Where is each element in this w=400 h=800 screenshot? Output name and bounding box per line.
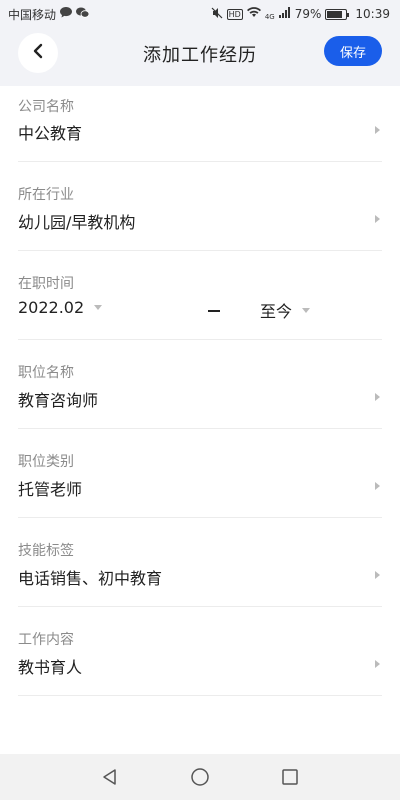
work-content-value: 教书育人 — [18, 658, 83, 677]
battery-icon — [325, 8, 350, 20]
signal-type: 4G — [264, 12, 275, 21]
chevron-left-icon — [32, 43, 44, 63]
position-type-label: 职位类别 — [18, 454, 74, 470]
work-experience-form: 公司名称 中公教育 所在行业 幼儿园/早教机构 在职时间 2022.02 至今 … — [0, 86, 400, 696]
header-area: 中国移动 HD 4G 79% 10:39 添加工作经历 保存 — [0, 0, 400, 86]
carrier-name: 中国移动 — [8, 7, 57, 22]
position-type-field[interactable]: 职位类别 托管老师 — [18, 429, 382, 518]
industry-field[interactable]: 所在行业 幼儿园/早教机构 — [18, 162, 382, 251]
message-icon — [60, 7, 73, 21]
chevron-right-icon — [375, 482, 380, 490]
wifi-icon — [246, 7, 261, 21]
skills-label: 技能标签 — [18, 543, 74, 559]
caret-down-icon — [94, 305, 103, 310]
position-type-value: 托管老师 — [18, 480, 83, 499]
mute-icon — [211, 7, 223, 22]
position-name-label: 职位名称 — [18, 365, 74, 381]
end-date-value: 至今 — [260, 302, 293, 321]
recents-square-icon[interactable] — [278, 765, 302, 789]
company-field[interactable]: 公司名称 中公教育 — [18, 86, 382, 162]
position-name-field[interactable]: 职位名称 教育咨询师 — [18, 340, 382, 429]
back-button[interactable] — [18, 33, 58, 73]
chevron-right-icon — [375, 571, 380, 579]
position-name-value: 教育咨询师 — [18, 391, 99, 410]
start-date-picker[interactable]: 2022.02 — [18, 298, 103, 317]
wechat-icon — [76, 7, 90, 21]
work-content-label: 工作内容 — [18, 632, 74, 648]
status-left: 中国移动 — [8, 6, 90, 23]
chevron-right-icon — [375, 215, 380, 223]
caret-down-icon — [302, 307, 311, 313]
home-circle-icon[interactable] — [188, 765, 212, 789]
work-content-field[interactable]: 工作内容 教书育人 — [18, 607, 382, 696]
date-range-separator — [208, 310, 220, 312]
start-date-value: 2022.02 — [18, 298, 85, 317]
chevron-right-icon — [375, 660, 380, 668]
page-title: 添加工作经历 — [143, 45, 257, 66]
skills-value: 电话销售、初中教育 — [18, 569, 163, 588]
chevron-right-icon — [375, 393, 380, 401]
employment-period-label: 在职时间 — [18, 276, 74, 292]
industry-value: 幼儿园/早教机构 — [18, 213, 136, 232]
back-triangle-icon[interactable] — [98, 765, 122, 789]
hd-badge: HD — [226, 8, 243, 20]
chevron-right-icon — [375, 126, 380, 134]
system-navigation-bar — [0, 754, 400, 800]
company-value: 中公教育 — [18, 124, 83, 143]
status-bar: 中国移动 HD 4G 79% 10:39 — [0, 0, 400, 28]
battery-percent: 79% — [294, 7, 322, 21]
nav-bar: 添加工作经历 保存 — [0, 28, 400, 80]
save-button[interactable]: 保存 — [324, 36, 382, 66]
company-label: 公司名称 — [18, 99, 74, 115]
status-right: HD 4G 79% 10:39 — [211, 7, 390, 22]
employment-period-field: 在职时间 2022.02 至今 — [18, 251, 382, 340]
clock: 10:39 — [355, 7, 390, 21]
end-date-picker[interactable]: 至今 — [260, 298, 311, 322]
skills-field[interactable]: 技能标签 电话销售、初中教育 — [18, 518, 382, 607]
industry-label: 所在行业 — [18, 187, 74, 203]
signal-icon — [278, 7, 291, 21]
